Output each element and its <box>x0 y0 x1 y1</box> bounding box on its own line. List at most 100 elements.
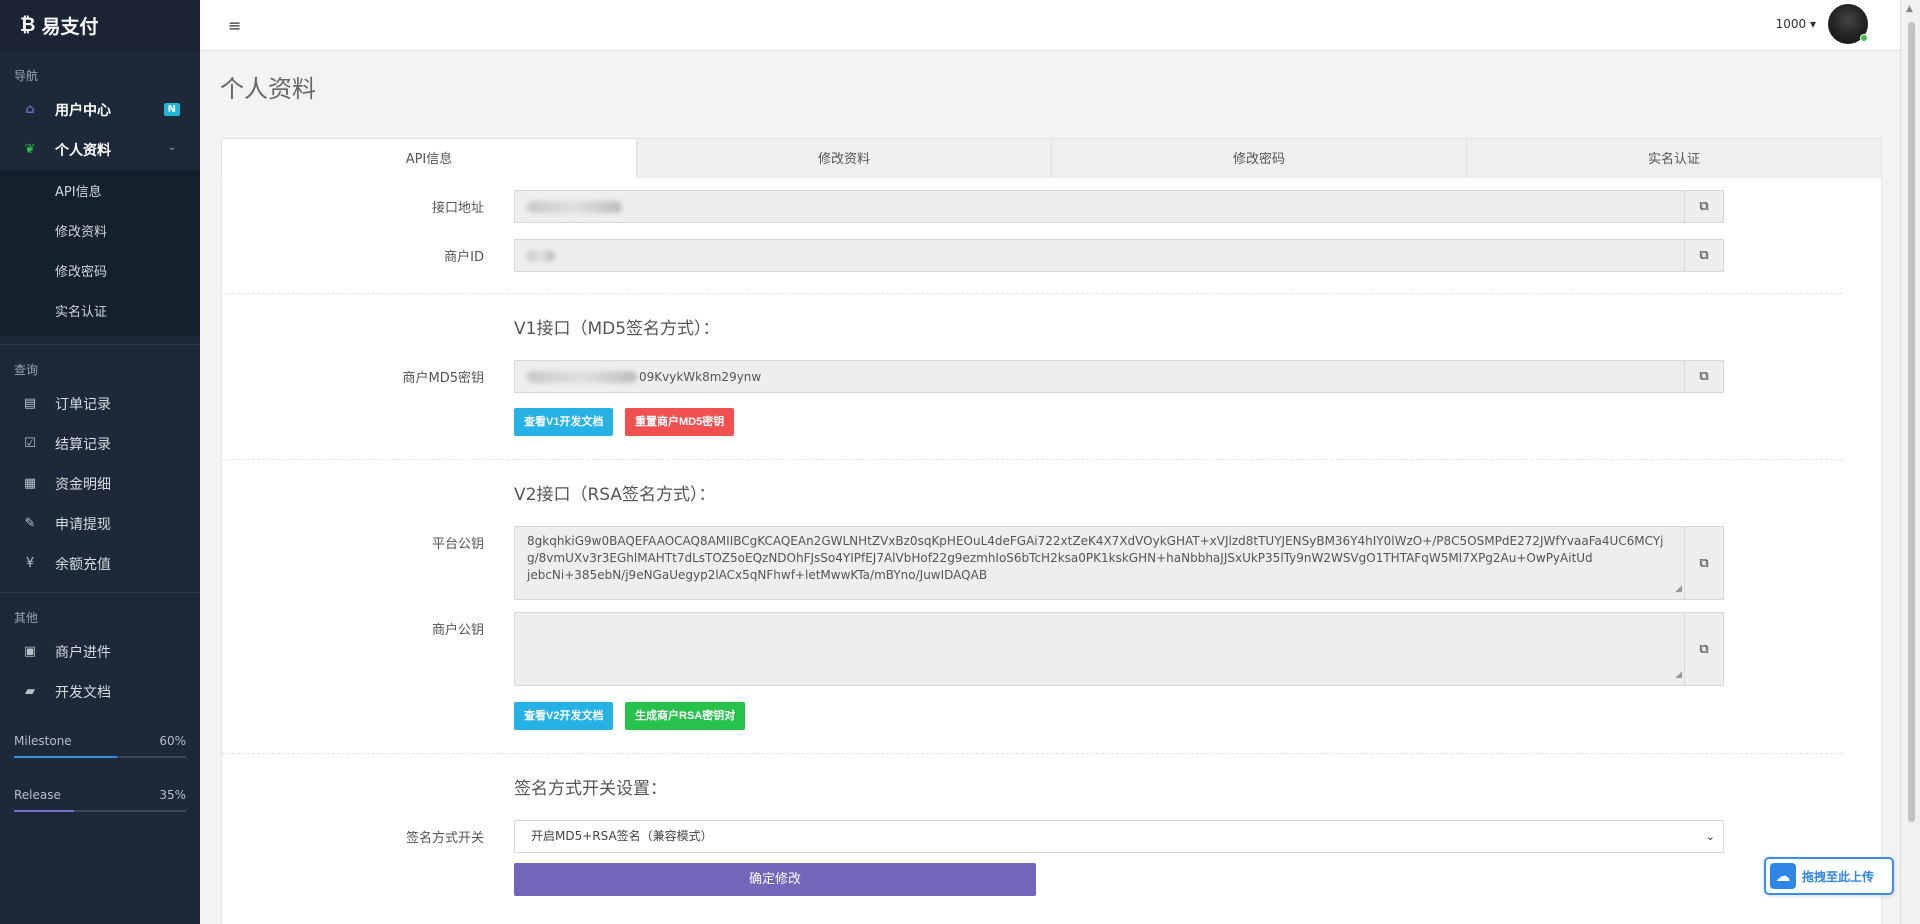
sidebar: ₿ 易支付 导航 ⌂ 用户中心 N ❦ 个人资料 ⌄ API信息 修改资料 修改… <box>0 0 200 924</box>
sidebar-item-label: 资金明细 <box>55 477 111 493</box>
drag-upload-widget[interactable]: ☁ 拖拽至此上传 <box>1764 857 1894 895</box>
calendar-icon: ▦ <box>23 476 37 491</box>
content-area: API信息 修改资料 修改密码 实名认证 接口地址 ⧉ 商户ID ⧉ V1接口（… <box>200 116 1900 924</box>
id-card-icon: ▣ <box>23 644 37 659</box>
sidebar-item-label: 开发文档 <box>55 685 111 701</box>
leaf-icon: ❦ <box>24 142 36 157</box>
progress-value: 60% <box>159 734 186 748</box>
progress-label: Release <box>14 788 61 802</box>
sidebar-item-dev-docs[interactable]: ▰ 开发文档 <box>0 672 200 712</box>
online-status-icon <box>1860 34 1868 42</box>
scrollbar-thumb[interactable] <box>1908 22 1915 822</box>
profile-submenu: API信息 修改资料 修改密码 实名认证 <box>0 170 200 336</box>
yen-icon: ¥ <box>25 556 35 571</box>
edit-icon: ✎ <box>24 516 36 531</box>
v1-docs-button[interactable]: 查看V1开发文档 <box>514 408 614 436</box>
tab-change-password[interactable]: 修改密码 <box>1052 138 1467 179</box>
sidebar-item-label: 申请提现 <box>55 517 111 533</box>
tab-api-info[interactable]: API信息 <box>221 138 637 179</box>
resize-grip-icon[interactable]: ◢ <box>1675 667 1682 684</box>
generate-rsa-button[interactable]: 生成商户RSA密钥对 <box>625 702 746 730</box>
sign-mode-value: 开启MD5+RSA签名（兼容模式） <box>531 829 713 843</box>
copy-icon[interactable]: ⧉ <box>1684 612 1724 686</box>
md5-key-group: 09KvykWk8m29ynw ⧉ <box>514 360 1724 393</box>
menu-toggle-icon[interactable]: ≡ <box>228 16 241 35</box>
tab-real-name[interactable]: 实名认证 <box>1467 138 1882 179</box>
sign-mode-select[interactable]: 开启MD5+RSA签名（兼容模式） ⌄ <box>514 820 1724 853</box>
platform-key-line: 8gkqhkiG9w0BAQEFAAOCAQ8AMIIBCgKCAQEAn2GW… <box>527 534 1664 548</box>
merchant-id-group: ⧉ <box>514 239 1724 272</box>
sidebar-item-merchant-onboarding[interactable]: ▣ 商户进件 <box>0 632 200 672</box>
scroll-up-icon[interactable]: ▲ <box>1906 4 1913 14</box>
v2-section-title: V2接口（RSA签名方式）： <box>514 485 716 505</box>
user-id-dropdown[interactable]: 1000 ▾ <box>1776 17 1816 31</box>
topbar: ≡ 1000 ▾ <box>200 0 1900 51</box>
home-icon: ⌂ <box>25 102 35 117</box>
brand[interactable]: ₿ 易支付 <box>0 0 200 51</box>
v2-docs-button[interactable]: 查看V2开发文档 <box>514 702 614 730</box>
merchant-key-textarea[interactable]: ◢ <box>514 612 1684 686</box>
other-heading: 其他 <box>14 611 39 625</box>
api-info-panel: 接口地址 ⧉ 商户ID ⧉ V1接口（MD5签名方式）： 商户MD5密钥 09K… <box>221 178 1882 924</box>
page-title: 个人资料 <box>220 75 316 103</box>
platform-key-label: 平台公钥 <box>431 537 484 552</box>
submenu-real-name[interactable]: 实名认证 <box>0 290 200 330</box>
cloud-icon: ☁ <box>1770 863 1796 889</box>
v1-section-title: V1接口（MD5签名方式）： <box>514 319 720 339</box>
sidebar-item-user-center[interactable]: ⌂ 用户中心 N <box>0 90 200 130</box>
sidebar-item-label: 结算记录 <box>55 437 111 453</box>
api-url-field[interactable] <box>514 190 1684 223</box>
book-icon: ▰ <box>25 684 35 699</box>
merchant-id-label: 商户ID <box>444 250 484 265</box>
query-heading: 查询 <box>14 363 39 377</box>
chevron-down-icon: ⌄ <box>1705 830 1715 843</box>
tab-bar: API信息 修改资料 修改密码 实名认证 <box>221 138 1882 179</box>
sidebar-item-profile[interactable]: ❦ 个人资料 ⌄ <box>0 130 200 170</box>
submenu-edit-profile[interactable]: 修改资料 <box>0 210 200 250</box>
sidebar-item-withdraw[interactable]: ✎ 申请提现 <box>0 504 200 544</box>
sign-mode-label: 签名方式开关 <box>405 831 484 846</box>
sidebar-item-label: 商户进件 <box>55 645 111 661</box>
platform-key-line: jebcNi+385ebN/j9eNGaUegyp2lACx5qNFhwf+le… <box>527 568 988 582</box>
upload-label: 拖拽至此上传 <box>1802 869 1875 884</box>
sidebar-item-recharge[interactable]: ¥ 余额充值 <box>0 544 200 584</box>
divider <box>222 753 1843 754</box>
release-progress: Release 35% <box>0 758 200 812</box>
new-badge: N <box>163 103 180 116</box>
md5-key-value: 09KvykWk8m29ynw <box>639 369 762 384</box>
nav-heading: 导航 <box>14 69 39 83</box>
api-url-label: 接口地址 <box>431 201 484 216</box>
md5-key-label: 商户MD5密钥 <box>402 371 485 386</box>
chevron-down-icon: ⌄ <box>167 142 176 153</box>
submenu-api-info[interactable]: API信息 <box>0 170 200 210</box>
sidebar-item-settlements[interactable]: ☑ 结算记录 <box>0 424 200 464</box>
list-icon: ▤ <box>23 396 37 411</box>
merchant-id-field[interactable] <box>514 239 1684 272</box>
submit-button[interactable]: 确定修改 <box>514 863 1036 896</box>
merchant-key-label: 商户公钥 <box>431 623 484 638</box>
md5-key-field[interactable]: 09KvykWk8m29ynw <box>514 360 1684 393</box>
bitcoin-logo-icon: ₿ <box>20 14 36 36</box>
progress-track <box>14 810 186 812</box>
tab-edit-profile[interactable]: 修改资料 <box>637 138 1052 179</box>
divider <box>222 293 1843 294</box>
api-url-group: ⧉ <box>514 190 1724 223</box>
sidebar-item-orders[interactable]: ▤ 订单记录 <box>0 384 200 424</box>
copy-icon[interactable]: ⧉ <box>1684 360 1724 393</box>
copy-icon[interactable]: ⧉ <box>1684 190 1724 223</box>
reset-md5-button[interactable]: 重置商户MD5密钥 <box>625 408 735 436</box>
platform-key-line: g/8vmUXv3r3EGhlMAHTt7dLsTOZ5oEQzNDOhFJsS… <box>527 551 1593 565</box>
sidebar-item-label: 个人资料 <box>55 143 111 159</box>
user-menu[interactable]: 1000 ▾ <box>1776 4 1868 44</box>
sidebar-item-funds[interactable]: ▦ 资金明细 <box>0 464 200 504</box>
platform-key-textarea[interactable]: 8gkqhkiG9w0BAQEFAAOCAQ8AMIIBCgKCAQEAn2GW… <box>514 526 1684 600</box>
resize-grip-icon[interactable]: ◢ <box>1675 581 1682 598</box>
check-square-icon: ☑ <box>24 436 36 451</box>
progress-value: 35% <box>159 788 186 802</box>
copy-icon[interactable]: ⧉ <box>1684 526 1724 600</box>
submenu-change-password[interactable]: 修改密码 <box>0 250 200 290</box>
sign-section-title: 签名方式开关设置： <box>514 779 667 799</box>
copy-icon[interactable]: ⧉ <box>1684 239 1724 272</box>
vertical-scrollbar[interactable]: ▲ <box>1900 0 1920 924</box>
avatar[interactable] <box>1828 4 1868 44</box>
